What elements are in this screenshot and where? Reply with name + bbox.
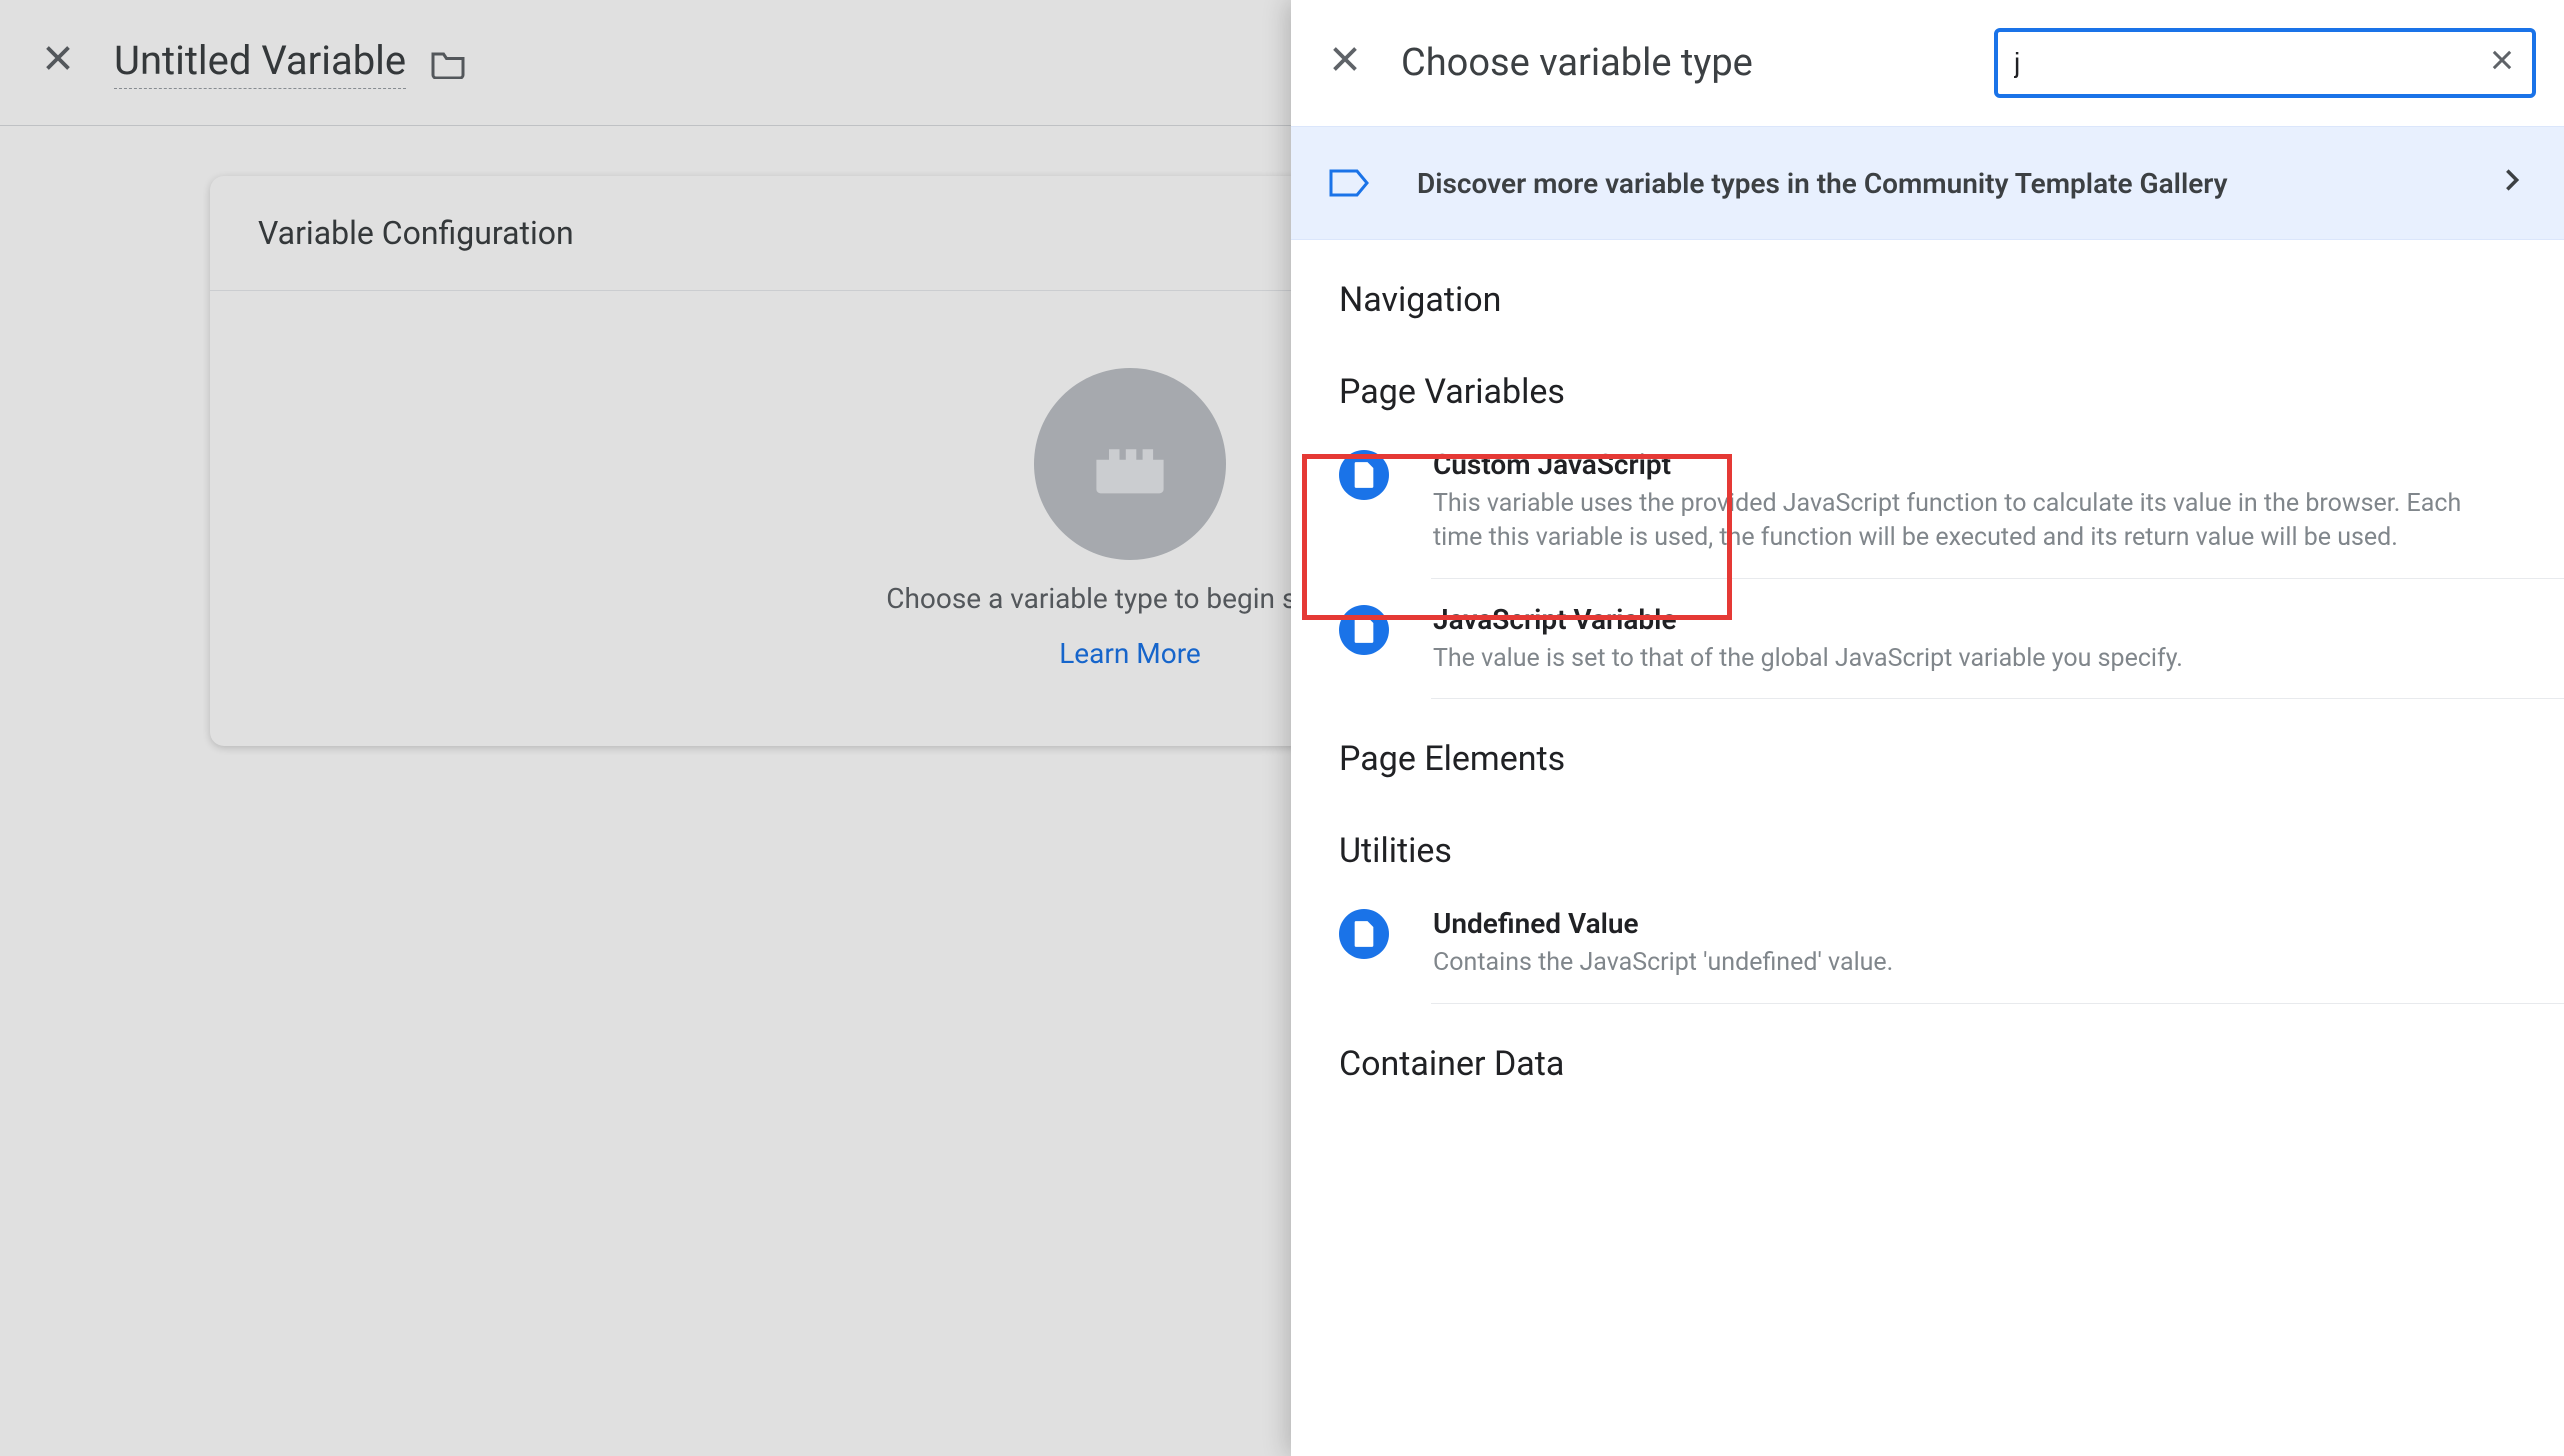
search-box[interactable] <box>1994 28 2536 98</box>
variable-type-custom-javascript[interactable]: Custom JavaScript This variable uses the… <box>1291 424 2564 579</box>
section-navigation: Navigation <box>1291 240 2564 332</box>
item-desc: The value is set to that of the global J… <box>1433 642 2516 676</box>
section-container-data: Container Data <box>1291 1004 2564 1096</box>
item-title: JavaScript Variable <box>1433 603 2516 636</box>
clear-search-icon[interactable] <box>2488 43 2516 83</box>
community-gallery-banner[interactable]: Discover more variable types in the Comm… <box>1291 126 2564 240</box>
section-page-elements: Page Elements <box>1291 699 2564 791</box>
item-title: Custom JavaScript <box>1433 448 2516 481</box>
variable-type-javascript-variable[interactable]: JavaScript Variable The value is set to … <box>1291 579 2564 700</box>
chevron-right-icon <box>2498 164 2526 202</box>
panel-title: Choose variable type <box>1401 41 1753 85</box>
tag-icon <box>1329 167 1369 199</box>
document-icon <box>1339 450 1389 500</box>
search-input[interactable] <box>2014 47 2488 79</box>
document-icon <box>1339 909 1389 959</box>
variable-type-undefined-value[interactable]: Undefined Value Contains the JavaScript … <box>1291 883 2564 1004</box>
choose-variable-type-panel: Choose variable type Discover more varia… <box>1291 0 2564 1456</box>
item-desc: Contains the JavaScript 'undefined' valu… <box>1433 946 2516 980</box>
section-utilities: Utilities <box>1291 791 2564 883</box>
item-title: Undefined Value <box>1433 907 2516 940</box>
document-icon <box>1339 605 1389 655</box>
section-page-variables: Page Variables <box>1291 332 2564 424</box>
banner-text: Discover more variable types in the Comm… <box>1417 167 2450 200</box>
panel-close-icon[interactable] <box>1327 40 1363 87</box>
item-desc: This variable uses the provided JavaScri… <box>1433 487 2516 555</box>
